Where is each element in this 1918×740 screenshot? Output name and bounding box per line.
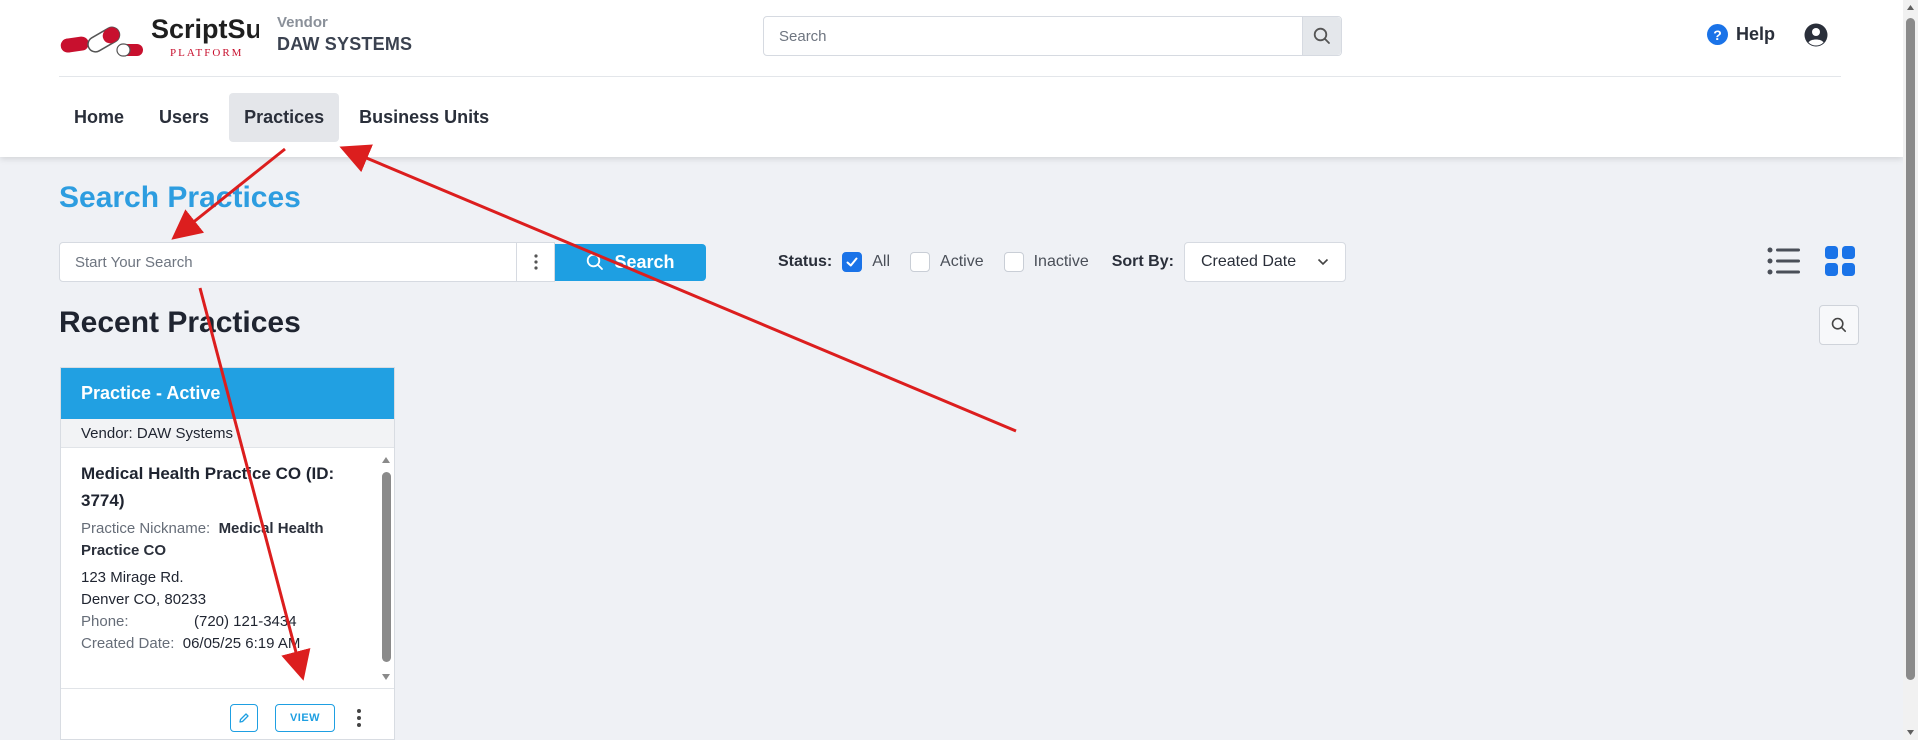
practice-card-status: Practice - Active	[61, 368, 394, 419]
checkmark-icon	[846, 257, 858, 267]
vendor-name: DAW SYSTEMS	[277, 34, 413, 54]
global-search-button[interactable]	[1302, 17, 1341, 55]
nav-item-business-units[interactable]: Business Units	[344, 93, 504, 142]
address-line-2: Denver CO, 80233	[81, 591, 207, 608]
edit-practice-button[interactable]	[230, 704, 258, 732]
status-inactive-label: Inactive	[1033, 253, 1089, 270]
practice-phone: Phone: (720) 121-3434	[81, 611, 364, 633]
created-date-value: 06/05/25 6:19 AM	[182, 635, 301, 652]
practice-search-input[interactable]	[60, 243, 516, 281]
practice-card-actions: VIEW	[61, 688, 394, 739]
card-scrollbar-thumb[interactable]	[382, 472, 391, 662]
search-icon	[1313, 27, 1330, 44]
status-all-label: All	[872, 253, 891, 270]
user-account-icon[interactable]	[1804, 23, 1828, 47]
global-search	[763, 16, 1342, 56]
view-practice-button[interactable]: VIEW	[275, 704, 335, 732]
recent-practices-title: Recent Practices	[59, 306, 301, 339]
search-button-label: Search	[614, 251, 675, 272]
window-scrollbar[interactable]	[1903, 0, 1918, 740]
filter-row: Status: All Active Inactive Sort By: Cre…	[778, 242, 1346, 282]
phone-value: (720) 121-3434	[194, 613, 297, 630]
practice-card-vendor: Vendor: DAW Systems	[61, 419, 394, 448]
status-active-label: Active	[940, 253, 984, 270]
arrow-to-practices-tab	[339, 144, 1017, 433]
window-scrollbar-thumb[interactable]	[1906, 18, 1915, 680]
practice-nickname: Practice Nickname: Medical Health Practi…	[81, 518, 364, 562]
header-divider	[59, 76, 1841, 77]
kebab-menu-icon	[357, 709, 361, 727]
practice-card: Practice - Active Vendor: DAW Systems Me…	[60, 367, 395, 740]
nav-item-home[interactable]: Home	[59, 93, 139, 142]
help-icon: ?	[1707, 24, 1728, 45]
more-actions-button[interactable]	[351, 704, 367, 732]
search-icon	[587, 253, 604, 270]
phone-label: Phone:	[81, 613, 129, 630]
help-link[interactable]: ? Help	[1707, 24, 1775, 45]
sort-by-value: Created Date	[1200, 253, 1297, 270]
scroll-up-icon[interactable]	[381, 456, 391, 464]
practice-address: 123 Mirage Rd. Denver CO, 80233	[81, 567, 364, 611]
search-button[interactable]: Search	[555, 243, 706, 281]
search-options-button[interactable]	[516, 243, 554, 281]
sort-by-label: Sort By:	[1111, 253, 1174, 270]
practice-created-date: Created Date: 06/05/25 6:19 AM	[81, 633, 364, 655]
scroll-up-icon[interactable]	[1903, 2, 1918, 12]
created-date-label: Created Date:	[81, 635, 175, 652]
vendor-label: Vendor	[277, 14, 328, 31]
chevron-down-icon	[1317, 258, 1329, 266]
page-title: Search Practices	[59, 181, 301, 214]
status-all-checkbox[interactable]	[842, 252, 863, 272]
card-scrollbar[interactable]	[381, 456, 391, 681]
top-header: ScriptSure PLATFORM Vendor DAW SYSTEMS ?…	[0, 0, 1903, 157]
practice-search-row: Search	[59, 242, 706, 282]
grid-view-icon[interactable]	[1825, 246, 1855, 276]
status-label: Status:	[778, 253, 833, 270]
practice-search-box	[59, 242, 555, 282]
kebab-menu-icon	[533, 254, 538, 270]
practice-card-body: Medical Health Practice CO (ID: 3774) Pr…	[61, 448, 394, 688]
logo-subtext: PLATFORM	[170, 47, 243, 59]
main-nav: Home Users Practices Business Units	[59, 93, 509, 142]
search-icon	[1831, 317, 1847, 333]
list-view-icon[interactable]	[1767, 246, 1801, 276]
scriptsure-logo[interactable]: ScriptSure PLATFORM	[59, 10, 288, 60]
address-line-1: 123 Mirage Rd.	[81, 569, 184, 586]
pencil-icon	[239, 713, 249, 723]
nav-item-practices[interactable]: Practices	[229, 93, 340, 142]
nav-item-users[interactable]: Users	[144, 93, 224, 142]
recent-search-button[interactable]	[1819, 305, 1859, 345]
sort-by-select[interactable]: Created Date	[1183, 242, 1346, 282]
status-active-checkbox[interactable]	[910, 252, 931, 272]
scroll-down-icon[interactable]	[1903, 728, 1918, 738]
practice-name: Medical Health Practice CO (ID: 3774)	[81, 464, 335, 510]
nickname-label: Practice Nickname:	[81, 520, 211, 537]
scroll-down-icon[interactable]	[381, 673, 391, 681]
vendor-info: Vendor DAW SYSTEMS	[277, 14, 412, 55]
status-inactive-checkbox[interactable]	[1003, 252, 1024, 272]
logo-wordmark: ScriptSure	[151, 14, 259, 44]
help-label: Help	[1736, 24, 1776, 44]
global-search-input[interactable]	[764, 17, 1292, 55]
